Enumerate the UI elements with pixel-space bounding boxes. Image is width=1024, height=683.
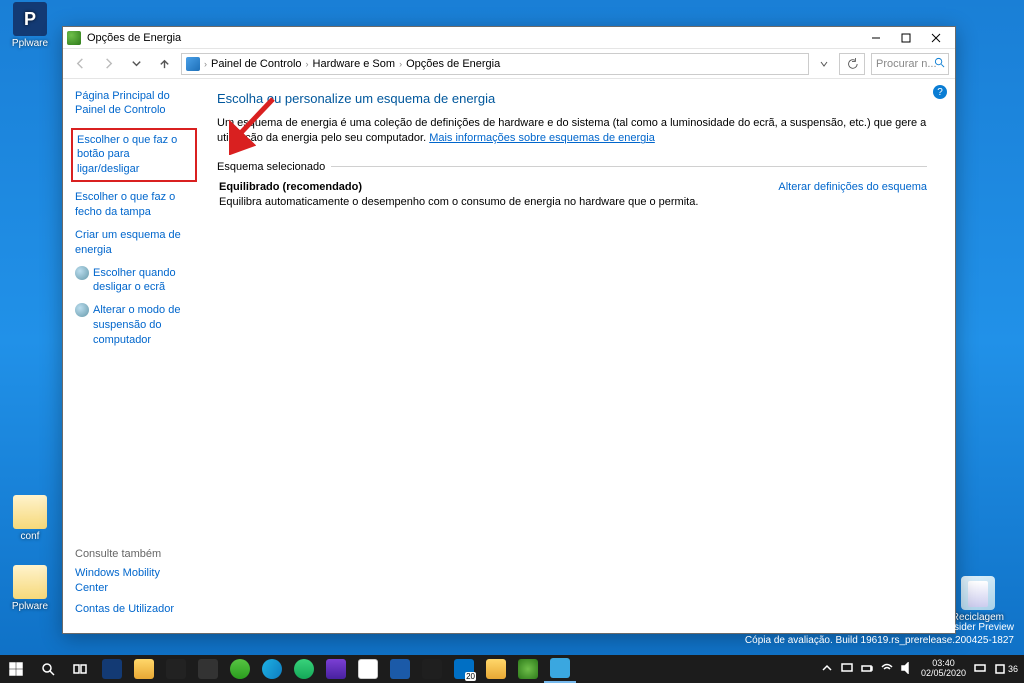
start-button[interactable] [0,655,32,683]
selected-plan-label: Esquema selecionado [217,161,927,173]
breadcrumb-root[interactable]: Painel de Controlo [211,58,302,70]
page-description: Um esquema de energia é uma coleção de d… [217,116,927,147]
display-icon [75,266,89,280]
taskbar-apps: 20 [96,655,576,683]
sidebar-link-power-button[interactable]: Escolher o que faz o botão para ligar/de… [71,128,197,183]
tray-keyboard-icon[interactable] [974,662,986,676]
help-icon[interactable]: ? [933,85,947,99]
chevron-right-icon: › [204,59,207,69]
taskbar-app[interactable] [96,655,128,683]
page-heading: Escolha ou personalize um esquema de ene… [217,91,927,106]
control-panel-window: Opções de Energia › Painel de Controlo ›… [62,26,956,634]
tray-battery-icon[interactable] [861,662,873,676]
search-icon [934,57,945,71]
task-view-button[interactable] [64,655,96,683]
sidebar: Página Principal do Painel de Controlo E… [63,79,201,633]
address-dropdown[interactable] [815,59,833,69]
tray-monitor-icon[interactable] [841,662,853,676]
plan-name: Equilibrado (recomendado) [219,181,362,193]
maximize-button[interactable] [891,27,921,49]
up-button[interactable] [153,53,175,75]
taskbar-app[interactable]: 20 [448,655,480,683]
sidebar-link-display-off[interactable]: Escolher quando desligar o ecrã [75,266,193,296]
chevron-right-icon: › [399,59,402,69]
desktop-icon-label: Pplware [10,601,50,612]
plan-row: Equilibrado (recomendado) Alterar defini… [217,181,927,193]
search-input[interactable]: Procurar n... [871,53,949,75]
see-also-mobility[interactable]: Windows Mobility Center [75,566,193,596]
taskbar-clock[interactable]: 03:40 02/05/2020 [921,659,966,679]
taskbar: 20 03:40 02/05/2020 36 [0,655,1024,683]
chevron-right-icon: › [306,59,309,69]
more-info-link[interactable]: Mais informações sobre esquemas de energ… [429,132,655,144]
close-button[interactable] [921,27,951,49]
nav-toolbar: › Painel de Controlo › Hardware e Som › … [63,49,955,79]
taskbar-app[interactable] [480,655,512,683]
search-button[interactable] [32,655,64,683]
back-button[interactable] [69,53,91,75]
desktop-icon-recycle-bin[interactable]: Reciclagem [952,576,1004,623]
main-panel: ? Escolha ou personalize um esquema de e… [201,79,955,633]
desktop-icon-pplware-low[interactable]: Pplware [10,565,50,612]
windows-watermark: Windows 10 Home Insider Preview Cópia de… [745,621,1014,647]
taskbar-app[interactable] [256,655,288,683]
taskbar-app[interactable] [352,655,384,683]
breadcrumb-hw-sound[interactable]: Hardware e Som [313,58,396,70]
tray-notifications-icon[interactable]: 36 [994,663,1018,675]
tray-wifi-icon[interactable] [881,662,893,676]
taskbar-app[interactable] [224,655,256,683]
sleep-icon [75,303,89,317]
titlebar: Opções de Energia [63,27,955,49]
taskbar-app[interactable] [160,655,192,683]
desktop-icon-conf[interactable]: conf [10,495,50,542]
see-also-user-accounts[interactable]: Contas de Utilizador [75,602,193,617]
address-bar[interactable]: › Painel de Controlo › Hardware e Som › … [181,53,809,75]
content-area: Página Principal do Painel de Controlo E… [63,79,955,633]
change-plan-settings-link[interactable]: Alterar definições do esquema [778,181,927,193]
taskbar-app[interactable] [288,655,320,683]
taskbar-app[interactable] [192,655,224,683]
sidebar-link-lid-close[interactable]: Escolher o que faz o fecho da tampa [75,190,193,220]
desktop-icon-label: Pplware [10,38,50,49]
tray-chevron-up-icon[interactable] [821,662,833,676]
sidebar-link-sleep-mode[interactable]: Alterar o modo de suspensão do computado… [75,303,193,348]
taskbar-app-active[interactable] [544,655,576,683]
see-also-heading: Consulte também [75,548,193,560]
desktop-icon-label: conf [10,531,50,542]
breadcrumb-power-options[interactable]: Opções de Energia [406,58,500,70]
taskbar-app[interactable] [416,655,448,683]
forward-button[interactable] [97,53,119,75]
taskbar-app[interactable] [512,655,544,683]
search-placeholder: Procurar n... [876,58,937,70]
power-options-icon [67,31,81,45]
recycle-bin-icon [961,576,995,610]
taskbar-app[interactable] [320,655,352,683]
control-panel-home-link[interactable]: Página Principal do Painel de Controlo [75,89,193,118]
plan-description: Equilibra automaticamente o desempenho c… [217,196,927,208]
tray-volume-icon[interactable] [901,662,913,676]
taskbar-app[interactable] [384,655,416,683]
desktop-icon-pplware-top[interactable]: P Pplware [10,2,50,49]
taskbar-app[interactable] [128,655,160,683]
control-panel-icon [186,57,200,71]
window-title: Opções de Energia [87,32,861,44]
sidebar-link-create-plan[interactable]: Criar um esquema de energia [75,228,193,258]
system-tray: 03:40 02/05/2020 36 [815,659,1024,679]
minimize-button[interactable] [861,27,891,49]
recent-locations-button[interactable] [125,53,147,75]
refresh-button[interactable] [839,53,865,75]
